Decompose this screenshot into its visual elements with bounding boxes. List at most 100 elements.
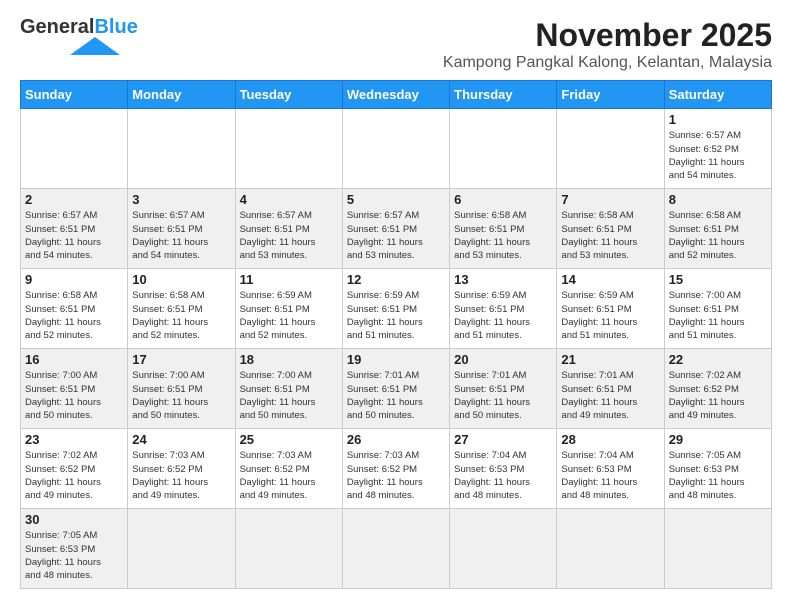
day-number: 26 (347, 432, 445, 447)
page-title: November 2025 (443, 16, 772, 54)
calendar-header-row: SundayMondayTuesdayWednesdayThursdayFrid… (21, 81, 772, 109)
calendar-cell: 16Sunrise: 7:00 AM Sunset: 6:51 PM Dayli… (21, 349, 128, 429)
calendar-cell: 2 Sunrise: 6:57 AM Sunset: 6:51 PM Daylig… (21, 189, 128, 269)
day-number: 9 (25, 272, 123, 287)
calendar-cell: 20Sunrise: 7:01 AM Sunset: 6:51 PM Dayli… (450, 349, 557, 429)
day-info: Sunrise: 7:01 AM Sunset: 6:51 PM Dayligh… (347, 369, 445, 422)
calendar-week-row: 2 Sunrise: 6:57 AM Sunset: 6:51 PM Daylig… (21, 189, 772, 269)
day-info: Sunrise: 7:00 AM Sunset: 6:51 PM Dayligh… (669, 289, 767, 342)
day-number: 4 (240, 192, 338, 207)
day-number: 6 (454, 192, 552, 207)
day-info: Sunrise: 6:57 AM Sunset: 6:51 PM Dayligh… (240, 209, 338, 262)
day-number: 8 (669, 192, 767, 207)
day-number: 19 (347, 352, 445, 367)
page-subtitle: Kampong Pangkal Kalong, Kelantan, Malays… (443, 54, 772, 72)
calendar-cell: 14 Sunrise: 6:59 AM Sunset: 6:51 PM Dayli… (557, 269, 664, 349)
col-header-sunday: Sunday (21, 81, 128, 109)
day-number: 28 (561, 432, 659, 447)
col-header-tuesday: Tuesday (235, 81, 342, 109)
day-info: Sunrise: 6:58 AM Sunset: 6:51 PM Dayligh… (25, 289, 123, 342)
day-info: Sunrise: 7:01 AM Sunset: 6:51 PM Dayligh… (561, 369, 659, 422)
calendar-cell: 24Sunrise: 7:03 AM Sunset: 6:52 PM Dayli… (128, 429, 235, 509)
day-number: 25 (240, 432, 338, 447)
calendar-cell (235, 109, 342, 189)
logo-blue-text: Blue (94, 16, 137, 39)
day-info: Sunrise: 7:05 AM Sunset: 6:53 PM Dayligh… (669, 449, 767, 502)
day-number: 14 (561, 272, 659, 287)
day-info: Sunrise: 6:58 AM Sunset: 6:51 PM Dayligh… (561, 209, 659, 262)
day-number: 1 (669, 112, 767, 127)
calendar-table: SundayMondayTuesdayWednesdayThursdayFrid… (20, 80, 772, 589)
calendar-cell (342, 509, 449, 589)
day-number: 29 (669, 432, 767, 447)
day-number: 5 (347, 192, 445, 207)
calendar-week-row: 16 Sunrise: 7:00 AM Sunset: 6:51 PM Dayli… (21, 349, 772, 429)
day-info: Sunrise: 7:00 AM Sunset: 6:51 PM Dayligh… (132, 369, 230, 422)
col-header-friday: Friday (557, 81, 664, 109)
calendar-cell: 11 Sunrise: 6:59 AM Sunset: 6:51 PM Dayli… (235, 269, 342, 349)
calendar-cell (450, 509, 557, 589)
calendar-cell (450, 109, 557, 189)
calendar-cell: 19 Sunrise: 7:01 AM Sunset: 6:51 PM Dayli… (342, 349, 449, 429)
day-info: Sunrise: 6:57 AM Sunset: 6:51 PM Dayligh… (25, 209, 123, 262)
calendar-week-row: 30 Sunrise: 7:05 AM Sunset: 6:53 PM Dayli… (21, 509, 772, 589)
col-header-monday: Monday (128, 81, 235, 109)
day-info: Sunrise: 7:03 AM Sunset: 6:52 PM Dayligh… (347, 449, 445, 502)
calendar-week-row: 1 Sunrise: 6:57 AM Sunset: 6:52 PM Daylig… (21, 109, 772, 189)
calendar-cell: 17Sunrise: 7:00 AM Sunset: 6:51 PM Dayli… (128, 349, 235, 429)
day-number: 2 (25, 192, 123, 207)
calendar-cell: 30 Sunrise: 7:05 AM Sunset: 6:53 PM Dayli… (21, 509, 128, 589)
calendar-cell: 4 Sunrise: 6:57 AM Sunset: 6:51 PM Daylig… (235, 189, 342, 269)
day-number: 3 (132, 192, 230, 207)
calendar-cell (235, 509, 342, 589)
day-number: 22 (669, 352, 767, 367)
day-info: Sunrise: 7:04 AM Sunset: 6:53 PM Dayligh… (454, 449, 552, 502)
day-info: Sunrise: 7:02 AM Sunset: 6:52 PM Dayligh… (669, 369, 767, 422)
calendar-cell: 15 Sunrise: 7:00 AM Sunset: 6:51 PM Dayli… (664, 269, 771, 349)
day-number: 10 (132, 272, 230, 287)
day-info: Sunrise: 6:57 AM Sunset: 6:51 PM Dayligh… (347, 209, 445, 262)
calendar-cell: 8Sunrise: 6:58 AM Sunset: 6:51 PM Daylig… (664, 189, 771, 269)
day-number: 11 (240, 272, 338, 287)
calendar-cell: 9 Sunrise: 6:58 AM Sunset: 6:51 PM Daylig… (21, 269, 128, 349)
day-number: 27 (454, 432, 552, 447)
day-info: Sunrise: 6:59 AM Sunset: 6:51 PM Dayligh… (454, 289, 552, 342)
calendar-cell: 23Sunrise: 7:02 AM Sunset: 6:52 PM Dayli… (21, 429, 128, 509)
day-number: 21 (561, 352, 659, 367)
day-number: 30 (25, 512, 123, 527)
day-number: 13 (454, 272, 552, 287)
day-info: Sunrise: 7:02 AM Sunset: 6:52 PM Dayligh… (25, 449, 123, 502)
col-header-thursday: Thursday (450, 81, 557, 109)
calendar-week-row: 23Sunrise: 7:02 AM Sunset: 6:52 PM Dayli… (21, 429, 772, 509)
day-info: Sunrise: 6:59 AM Sunset: 6:51 PM Dayligh… (561, 289, 659, 342)
calendar-cell: 26 Sunrise: 7:03 AM Sunset: 6:52 PM Dayli… (342, 429, 449, 509)
calendar-cell (342, 109, 449, 189)
logo: General Blue (20, 16, 138, 55)
calendar-cell (128, 109, 235, 189)
day-number: 16 (25, 352, 123, 367)
day-info: Sunrise: 7:05 AM Sunset: 6:53 PM Dayligh… (25, 529, 123, 582)
day-number: 15 (669, 272, 767, 287)
day-info: Sunrise: 6:59 AM Sunset: 6:51 PM Dayligh… (240, 289, 338, 342)
day-info: Sunrise: 7:00 AM Sunset: 6:51 PM Dayligh… (240, 369, 338, 422)
calendar-cell: 22 Sunrise: 7:02 AM Sunset: 6:52 PM Dayli… (664, 349, 771, 429)
calendar-cell: 3 Sunrise: 6:57 AM Sunset: 6:51 PM Daylig… (128, 189, 235, 269)
day-info: Sunrise: 6:58 AM Sunset: 6:51 PM Dayligh… (132, 289, 230, 342)
header: General Blue November 2025 Kampong Pangk… (20, 16, 772, 72)
day-info: Sunrise: 6:57 AM Sunset: 6:51 PM Dayligh… (132, 209, 230, 262)
day-info: Sunrise: 6:57 AM Sunset: 6:52 PM Dayligh… (669, 129, 767, 182)
calendar-week-row: 9 Sunrise: 6:58 AM Sunset: 6:51 PM Daylig… (21, 269, 772, 349)
day-number: 20 (454, 352, 552, 367)
calendar-cell: 1 Sunrise: 6:57 AM Sunset: 6:52 PM Daylig… (664, 109, 771, 189)
calendar-cell: 6 Sunrise: 6:58 AM Sunset: 6:51 PM Daylig… (450, 189, 557, 269)
day-info: Sunrise: 6:58 AM Sunset: 6:51 PM Dayligh… (454, 209, 552, 262)
day-info: Sunrise: 7:03 AM Sunset: 6:52 PM Dayligh… (132, 449, 230, 502)
calendar-cell: 13 Sunrise: 6:59 AM Sunset: 6:51 PM Dayli… (450, 269, 557, 349)
calendar-cell (21, 109, 128, 189)
calendar-cell (128, 509, 235, 589)
calendar-cell: 25Sunrise: 7:03 AM Sunset: 6:52 PM Dayli… (235, 429, 342, 509)
calendar-cell (557, 509, 664, 589)
calendar-cell: 21 Sunrise: 7:01 AM Sunset: 6:51 PM Dayli… (557, 349, 664, 429)
col-header-saturday: Saturday (664, 81, 771, 109)
day-number: 7 (561, 192, 659, 207)
